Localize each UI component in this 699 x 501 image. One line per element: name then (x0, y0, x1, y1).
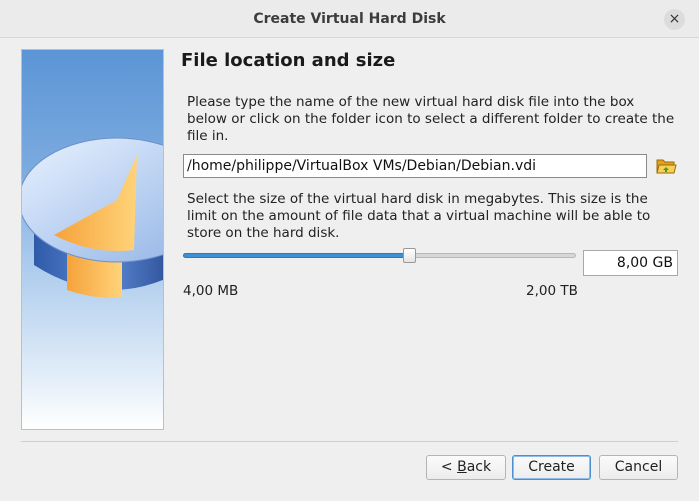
folder-open-icon (656, 159, 677, 174)
dialog-content: File location and size Please type the n… (0, 38, 699, 501)
cancel-button-label: Cancel (614, 459, 663, 475)
close-icon: × (668, 11, 681, 27)
file-path-input[interactable] (183, 154, 647, 178)
disk-size-slider[interactable] (183, 246, 576, 266)
choose-folder-button[interactable] (655, 156, 677, 176)
back-button-label: ack (466, 459, 492, 475)
slider-handle[interactable] (403, 248, 416, 263)
hard-disk-illustration (22, 137, 163, 298)
create-button-label: Create (528, 459, 575, 475)
page-title: File location and size (181, 50, 396, 71)
slider-min-label: 4,00 MB (183, 283, 239, 299)
back-button-mnemonic: B (457, 459, 467, 475)
location-description: Please type the name of the new virtual … (187, 94, 675, 144)
close-button[interactable]: × (664, 9, 685, 30)
window-title: Create Virtual Hard Disk (253, 11, 446, 27)
slider-fill (183, 253, 409, 258)
back-button-prefix: < (440, 459, 458, 475)
disk-size-input[interactable] (583, 250, 678, 276)
back-button[interactable]: < Back (426, 455, 506, 480)
wizard-banner-image (21, 49, 164, 430)
separator (21, 441, 678, 442)
size-description: Select the size of the virtual hard disk… (187, 191, 651, 241)
title-bar: Create Virtual Hard Disk × (0, 0, 699, 38)
cancel-button[interactable]: Cancel (599, 455, 678, 480)
create-button[interactable]: Create (512, 455, 591, 480)
slider-max-label: 2,00 TB (526, 283, 578, 299)
